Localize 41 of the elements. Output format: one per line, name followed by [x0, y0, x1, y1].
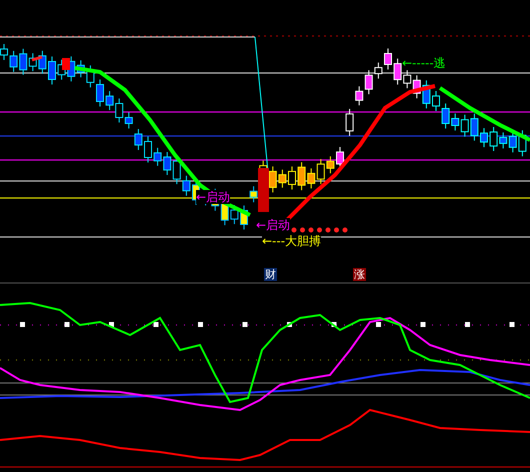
candlestick	[106, 90, 114, 111]
candlestick	[470, 113, 478, 142]
candlestick	[154, 147, 162, 166]
candlestick	[28, 52, 37, 72]
candlestick	[298, 162, 306, 191]
candlestick	[48, 56, 56, 85]
candlestick	[460, 114, 469, 138]
candlestick	[355, 86, 364, 106]
candlestick	[182, 175, 190, 196]
candlestick	[278, 169, 286, 188]
candlestick	[422, 80, 430, 109]
candlestick	[240, 205, 248, 230]
chart-annotation: ←---大胆搏	[262, 234, 322, 248]
candlestick	[10, 50, 18, 72]
candlestick	[86, 64, 94, 88]
candlestick	[508, 130, 517, 153]
candlestick	[490, 126, 498, 152]
chart-annotation: ←-----逃	[402, 56, 446, 70]
candlestick	[403, 70, 412, 89]
candlestick	[38, 50, 46, 74]
candlestick	[480, 128, 488, 148]
candlestick	[307, 168, 316, 189]
event-badge: 涨	[353, 268, 366, 281]
candlestick	[499, 132, 508, 149]
signal-dots	[292, 228, 348, 232]
candlestick	[346, 108, 354, 136]
candlestick	[230, 204, 238, 225]
candlestick	[412, 74, 421, 99]
candlestick	[394, 58, 402, 86]
candlestick	[163, 151, 172, 176]
candlestick	[288, 166, 296, 190]
candlestick	[144, 136, 152, 163]
candlestick	[134, 128, 142, 150]
chart-annotation: ←启动	[196, 190, 230, 204]
candlestick	[19, 48, 28, 76]
chart-annotation: ←启动	[256, 218, 290, 232]
candlestick	[96, 79, 104, 107]
candlestick	[518, 130, 526, 157]
candlestick	[432, 90, 440, 112]
event-badge: 财	[264, 268, 277, 281]
candlestick	[384, 48, 392, 70]
